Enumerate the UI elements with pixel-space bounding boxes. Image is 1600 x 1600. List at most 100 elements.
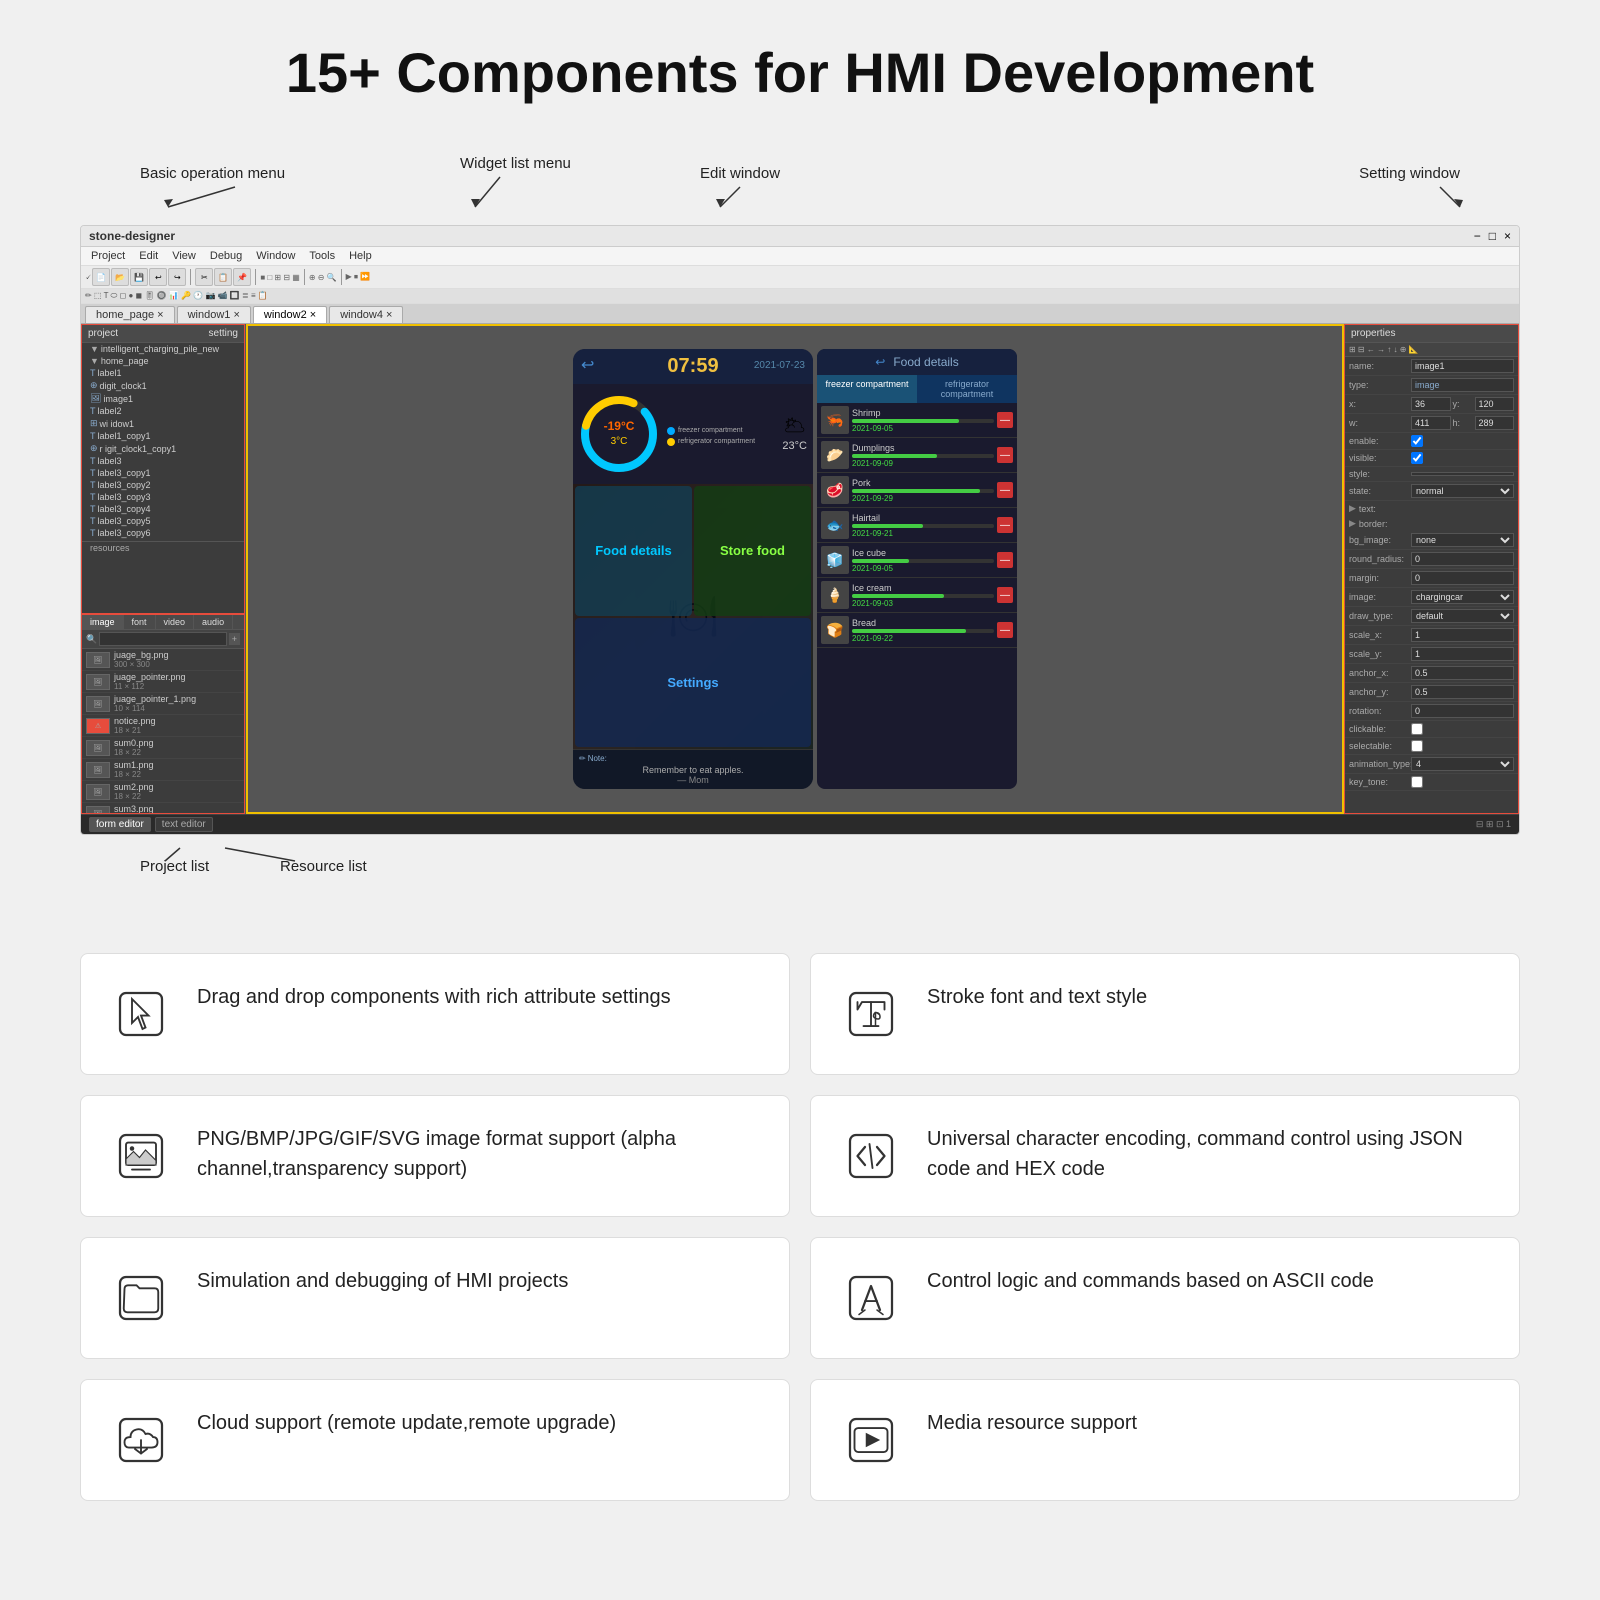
project-item-label2[interactable]: T label2 <box>82 405 244 417</box>
prop-border-expandable[interactable]: ▶ border: <box>1345 516 1518 531</box>
resource-item-2[interactable]: 🖼 juage_pointer.png 11 × 112 <box>82 671 244 693</box>
food-delete-bread[interactable]: — <box>997 622 1013 638</box>
prop-margin-value[interactable]: 0 <box>1411 571 1514 585</box>
food-panel-tabs: freezer compartment refrigerator compart… <box>817 375 1017 403</box>
phone-back-icon[interactable]: ↩ <box>581 355 594 375</box>
resource-item-5[interactable]: 🖼 sum0.png 18 × 22 <box>82 737 244 759</box>
phone-btn-settings[interactable]: Settings <box>575 618 811 748</box>
project-item-home[interactable]: ▼ home_page <box>82 355 244 367</box>
maximize-btn[interactable]: □ <box>1489 229 1496 243</box>
menu-debug[interactable]: Debug <box>204 249 248 263</box>
prop-animtype-select[interactable]: 4 <box>1411 757 1514 771</box>
prop-scaley-value[interactable]: 1 <box>1411 647 1514 661</box>
food-delete-icecube[interactable]: — <box>997 552 1013 568</box>
tab-home-page[interactable]: home_page × <box>85 306 175 323</box>
project-item-resources[interactable]: resources <box>82 541 244 554</box>
resource-tab-audio[interactable]: audio <box>194 615 233 629</box>
statusbar-tab-form[interactable]: form editor <box>89 817 151 832</box>
resource-item-4[interactable]: ⚠ notice.png 18 × 21 <box>82 715 244 737</box>
prop-bgimage-select[interactable]: none <box>1411 533 1514 547</box>
project-item-clock-copy[interactable]: ⊕ r igit_clock1_copy1 <box>82 442 244 455</box>
prop-h-value[interactable]: 289 <box>1475 416 1515 430</box>
prop-radius-value[interactable]: 0 <box>1411 552 1514 566</box>
menu-edit[interactable]: Edit <box>133 249 164 263</box>
resource-item-1[interactable]: 🖼 juage_bg.png 300 × 300 <box>82 649 244 671</box>
menu-help[interactable]: Help <box>343 249 378 263</box>
resource-item-8[interactable]: 🖼 sum3.png 18 × 22 <box>82 803 244 813</box>
close-btn[interactable]: × <box>1504 229 1511 243</box>
project-item-label3-c5[interactable]: T label3_copy5 <box>82 515 244 527</box>
tab-window1[interactable]: window1 × <box>177 306 251 323</box>
resource-search-input[interactable] <box>99 632 227 646</box>
food-delete-icecream[interactable]: — <box>997 587 1013 603</box>
project-item-label3-c3[interactable]: T label3_copy3 <box>82 491 244 503</box>
prop-enable-checkbox[interactable] <box>1411 435 1423 447</box>
food-tab-freezer[interactable]: freezer compartment <box>817 375 917 403</box>
project-label: project <box>88 328 118 339</box>
prop-drawtype-select[interactable]: default <box>1411 609 1514 623</box>
food-delete-hairtail[interactable]: — <box>997 517 1013 533</box>
feature-icon-folder <box>109 1266 173 1330</box>
toolbar-btn-2[interactable]: 📂 <box>111 268 129 286</box>
resource-item-7[interactable]: 🖼 sum2.png 18 × 22 <box>82 781 244 803</box>
project-item-label3[interactable]: T label3 <box>82 455 244 467</box>
resource-item-3[interactable]: 🖼 juage_pointer_1.png 10 × 114 <box>82 693 244 715</box>
food-delete-dumplings[interactable]: — <box>997 447 1013 463</box>
prop-style-value[interactable] <box>1411 472 1514 476</box>
toolbar-btn-8[interactable]: 📌 <box>233 268 251 286</box>
toolbar-btn-5[interactable]: ↪ <box>168 268 186 286</box>
resource-tab-font[interactable]: font <box>124 615 156 629</box>
toolbar-btn-1[interactable]: 📄 <box>92 268 110 286</box>
prop-x-value[interactable]: 36 <box>1411 397 1451 411</box>
food-tab-refrigerator[interactable]: refrigerator compartment <box>917 375 1017 403</box>
statusbar-tab-text[interactable]: text editor <box>155 817 213 832</box>
toolbar-btn-6[interactable]: ✂ <box>195 268 213 286</box>
menu-window[interactable]: Window <box>250 249 301 263</box>
resource-tab-video[interactable]: video <box>156 615 195 629</box>
food-img-dumplings: 🥟 <box>821 441 849 469</box>
toolbar-btn-7[interactable]: 📋 <box>214 268 232 286</box>
tab-window4[interactable]: window4 × <box>329 306 403 323</box>
resource-thumb-4: ⚠ <box>86 718 110 734</box>
project-item-clock1[interactable]: ⊕ digit_clock1 <box>82 379 244 392</box>
project-item-label3-c2[interactable]: T label3_copy2 <box>82 479 244 491</box>
toolbar-btn-4[interactable]: ↩ <box>149 268 167 286</box>
project-item-label3-c6[interactable]: T label3_copy6 <box>82 527 244 539</box>
project-item-window1[interactable]: ⊞ wi idow1 <box>82 417 244 430</box>
prop-y-value[interactable]: 120 <box>1475 397 1515 411</box>
prop-visible-checkbox[interactable] <box>1411 452 1423 464</box>
menu-project[interactable]: Project <box>85 249 131 263</box>
project-item-label3-c4[interactable]: T label3_copy4 <box>82 503 244 515</box>
project-item-image1[interactable]: 🖼 image1 <box>82 392 244 405</box>
resource-tab-image[interactable]: image <box>82 615 124 629</box>
phone-btn-food-details[interactable]: Food details <box>575 486 692 616</box>
project-item-root[interactable]: ▼ intelligent_charging_pile_new <box>82 343 244 355</box>
menu-view[interactable]: View <box>166 249 202 263</box>
project-item-label1[interactable]: T label1 <box>82 367 244 379</box>
food-delete-pork[interactable]: — <box>997 482 1013 498</box>
prop-selectable-checkbox[interactable] <box>1411 740 1423 752</box>
tab-window2[interactable]: window2 × <box>253 306 327 323</box>
menu-tools[interactable]: Tools <box>303 249 341 263</box>
anno-basic-op: Basic operation menu <box>140 165 285 182</box>
minimize-btn[interactable]: − <box>1474 229 1481 243</box>
food-delete-shrimp[interactable]: — <box>997 412 1013 428</box>
toolbar-btn-3[interactable]: 💾 <box>130 268 148 286</box>
prop-text-expandable[interactable]: ▶ text: <box>1345 501 1518 516</box>
prop-image-select[interactable]: chargingcar <box>1411 590 1514 604</box>
resource-item-6[interactable]: 🖼 sum1.png 18 × 22 <box>82 759 244 781</box>
prop-scalex-value[interactable]: 1 <box>1411 628 1514 642</box>
prop-keytone-checkbox[interactable] <box>1411 776 1423 788</box>
project-item-label1-copy[interactable]: T label1_copy1 <box>82 430 244 442</box>
prop-w-value[interactable]: 411 <box>1411 416 1451 430</box>
resource-add-btn[interactable]: + <box>229 633 240 645</box>
phone-btn-store-food[interactable]: Store food <box>694 486 811 616</box>
prop-name-value[interactable]: image1 <box>1411 359 1514 373</box>
prop-state-select[interactable]: normal <box>1411 484 1514 498</box>
prop-clickable-checkbox[interactable] <box>1411 723 1423 735</box>
project-item-label3-c1[interactable]: T label3_copy1 <box>82 467 244 479</box>
prop-anchorx-value[interactable]: 0.5 <box>1411 666 1514 680</box>
prop-anchory-value[interactable]: 0.5 <box>1411 685 1514 699</box>
prop-rotation-value[interactable]: 0 <box>1411 704 1514 718</box>
prop-bgimage-row: bg_image: none <box>1345 531 1518 550</box>
